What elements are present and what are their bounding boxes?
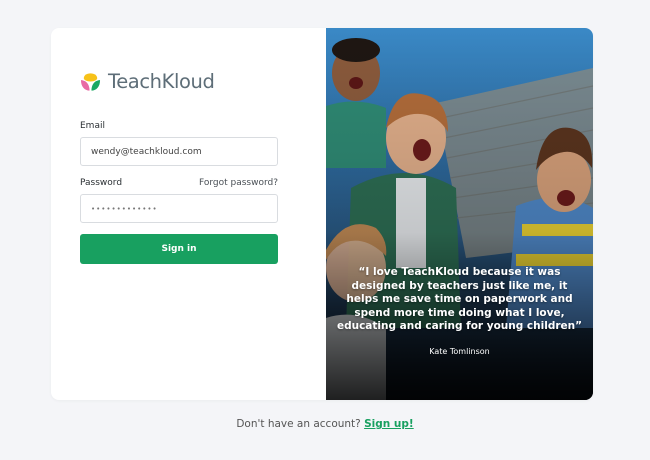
password-field[interactable]: ••••••••••••• xyxy=(80,194,278,223)
signup-prompt-text: Don't have an account? xyxy=(236,418,361,430)
sign-in-button[interactable]: Sign in xyxy=(80,234,278,264)
login-panel: TeachKloud Email wendy@teachkloud.com Pa… xyxy=(51,28,326,400)
teachkloud-logo-icon xyxy=(80,72,101,91)
password-label: Password xyxy=(80,178,123,188)
signup-prompt: Don't have an account? Sign up! xyxy=(0,418,650,430)
sign-up-link[interactable]: Sign up! xyxy=(364,418,414,430)
email-field[interactable]: wendy@teachkloud.com xyxy=(80,137,278,166)
children-photo xyxy=(326,28,593,400)
testimonial-author: Kate Tomlinson xyxy=(429,347,490,356)
email-label: Email xyxy=(80,121,105,131)
testimonial-quote: “I love TeachKloud because it was design… xyxy=(336,266,583,332)
forgot-password-link[interactable]: Forgot password? xyxy=(199,178,278,188)
brand-name: TeachKloud xyxy=(108,70,215,93)
testimonial-panel: “I love TeachKloud because it was design… xyxy=(326,28,593,400)
login-card: TeachKloud Email wendy@teachkloud.com Pa… xyxy=(51,28,593,400)
brand-logo: TeachKloud xyxy=(80,70,215,93)
